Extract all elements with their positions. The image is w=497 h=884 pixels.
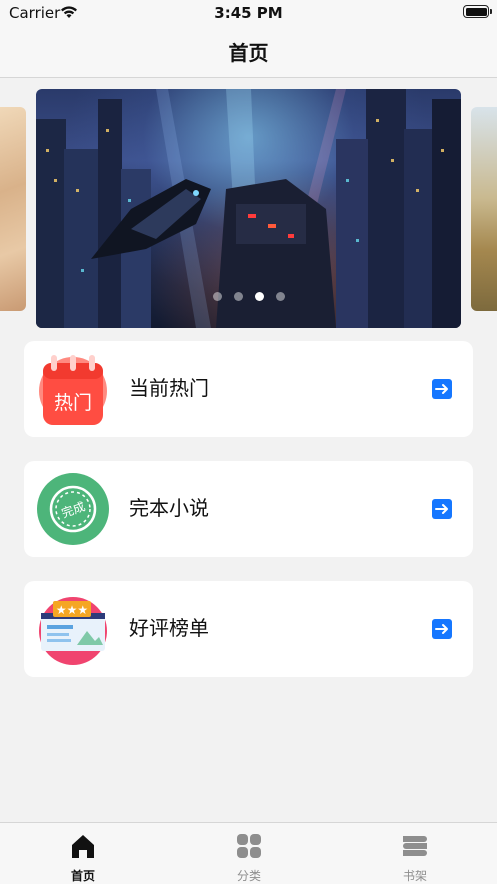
arrow-right-icon[interactable] [432,379,452,399]
banner-slide-current[interactable] [36,89,461,328]
page-title: 首页 [228,41,269,65]
menu-item-hot[interactable]: 热门 当前热门 [24,341,473,437]
tab-label: 书架 [402,869,427,883]
tab-label: 首页 [70,869,95,883]
arrow-right-icon[interactable] [432,499,452,519]
tab-label: 分类 [236,869,261,883]
rating-board-icon: ★★★ [37,593,109,665]
menu-item-completed[interactable]: 完成 完本小说 [24,461,473,557]
banner-slide-next[interactable] [471,107,497,311]
rating-icon-stars: ★★★ [56,603,88,617]
tab-bar: 首页 分类 书架 [0,822,497,884]
completed-stamp-icon: 完成 [37,473,109,545]
status-bar: Carrier 3:45 PM [0,0,497,26]
carousel-dot[interactable] [233,292,243,301]
calendar-hot-icon: 热门 [37,353,109,425]
tab-bookshelf[interactable]: 书架 [332,823,497,884]
arrow-right-icon[interactable] [432,619,452,639]
menu-item-label: 好评榜单 [129,616,209,640]
home-icon [70,833,96,859]
carousel-dot-active[interactable] [254,292,264,301]
category-grid-icon [236,833,262,859]
tab-category[interactable]: 分类 [166,823,332,884]
clock: 3:45 PM [214,4,283,22]
tab-home[interactable]: 首页 [0,823,166,884]
battery-icon [463,5,492,18]
carousel-dot[interactable] [275,292,285,301]
carousel-pagination [36,292,461,301]
banner-slide-previous[interactable] [0,107,26,311]
menu-item-label: 当前热门 [129,376,209,400]
bookshelf-icon [402,833,428,859]
hot-icon-text: 热门 [54,392,92,414]
navigation-bar: 首页 [0,26,497,78]
carousel-dot[interactable] [212,292,222,301]
menu-item-label: 完本小说 [129,496,209,520]
menu-item-rating[interactable]: ★★★ 好评榜单 [24,581,473,677]
